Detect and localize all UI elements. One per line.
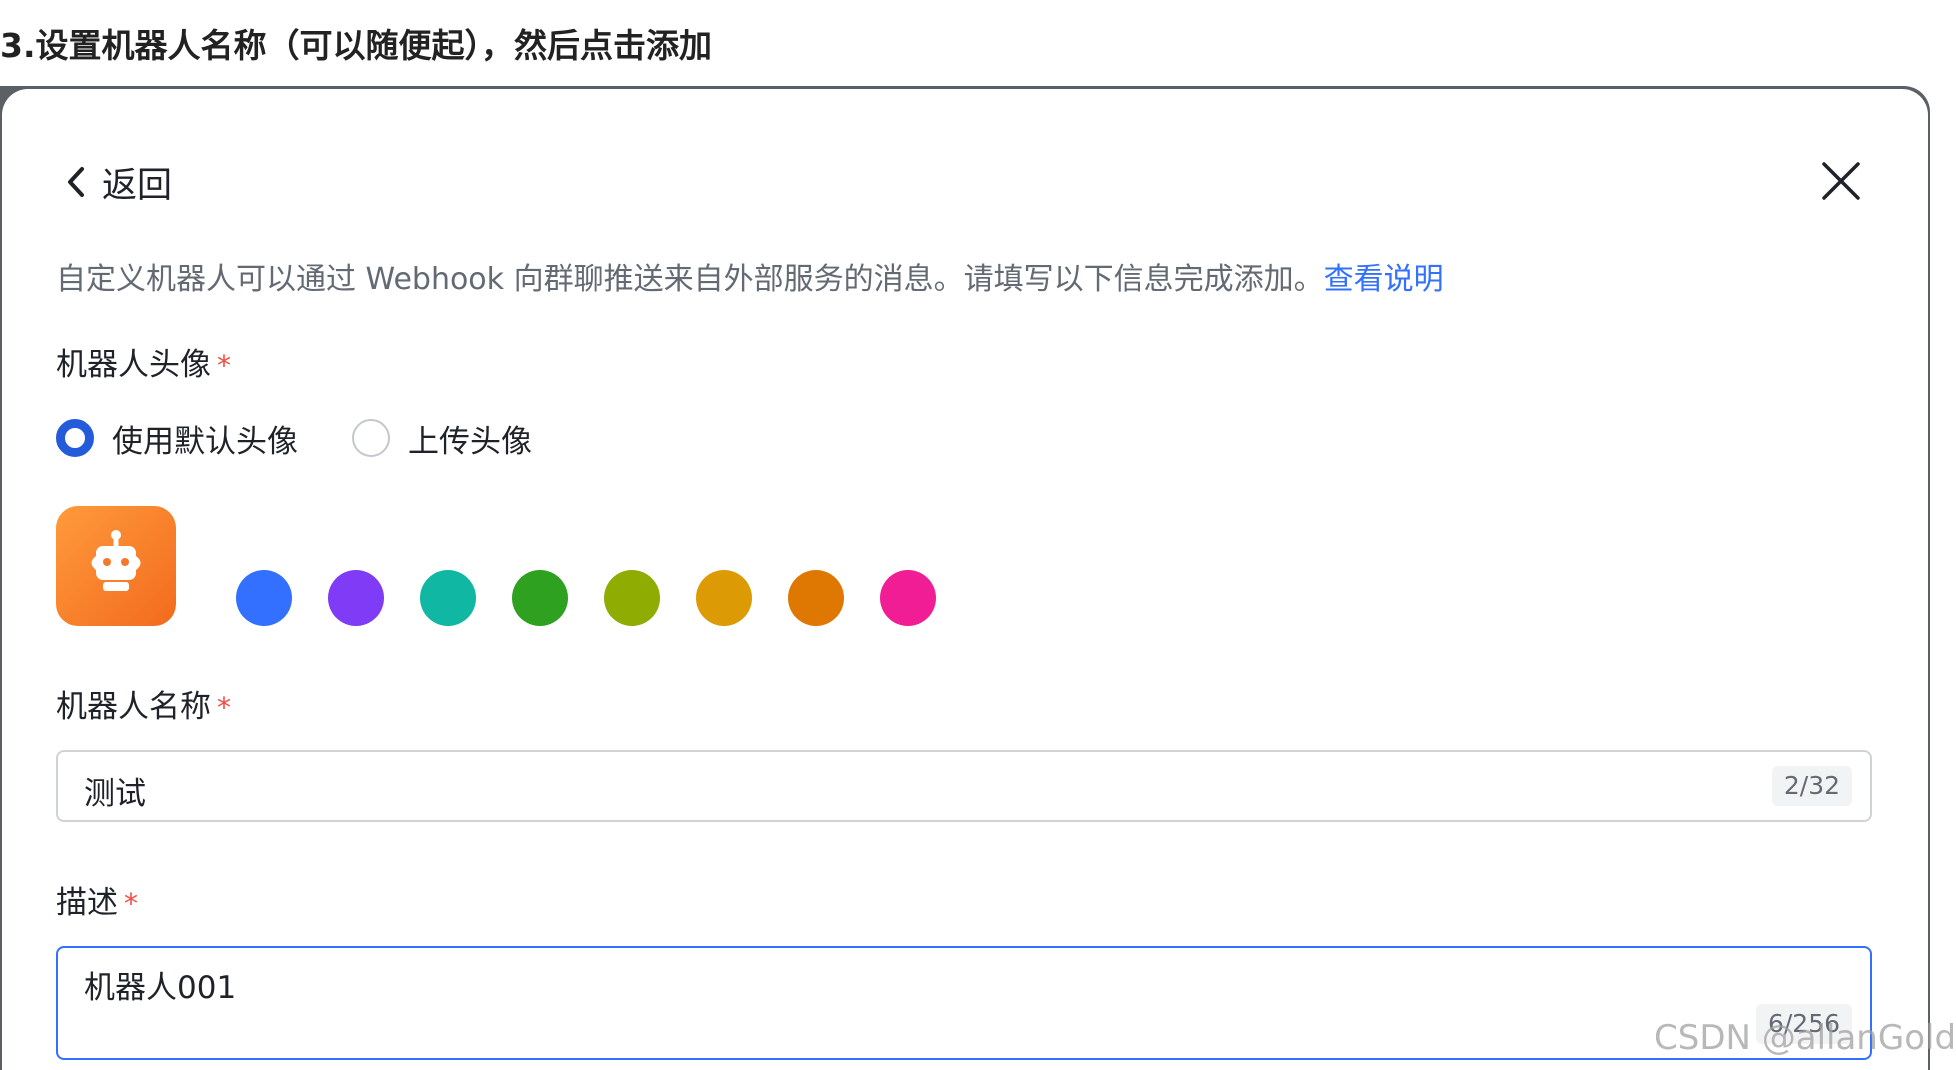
color-swatch-olive[interactable] [604, 570, 660, 626]
intro-text: 自定义机器人可以通过 Webhook 向群聊推送来自外部服务的消息。请填写以下信… [56, 252, 1444, 308]
avatar-radio-group: 使用默认头像 上传头像 [56, 412, 586, 464]
description-textarea[interactable]: 机器人001 6/256 [56, 946, 1872, 1060]
close-button[interactable] [1818, 158, 1864, 204]
chevron-left-icon [62, 162, 90, 202]
watermark: CSDN @allanGold [1654, 1018, 1956, 1058]
step-title: 3.设置机器人名称（可以随便起），然后点击添加 [0, 26, 712, 65]
color-swatch-yellow[interactable] [696, 570, 752, 626]
required-mark: * [217, 691, 231, 724]
robot-icon [91, 530, 141, 591]
robot-name-counter: 2/32 [1771, 766, 1852, 806]
avatar-label-text: 机器人头像 [56, 347, 211, 383]
radio-unchecked-icon [352, 419, 390, 457]
robot-avatar [56, 506, 176, 626]
color-swatch-orange[interactable] [788, 570, 844, 626]
color-swatch-purple[interactable] [328, 570, 384, 626]
radio-default-avatar[interactable]: 使用默认头像 [56, 416, 298, 461]
avatar-label: 机器人头像 * [56, 340, 231, 391]
back-label: 返回 [102, 165, 173, 206]
description-label-text: 描述 [56, 885, 118, 921]
color-swatch-teal[interactable] [420, 570, 476, 626]
radio-upload-avatar-label: 上传头像 [408, 423, 532, 460]
intro-description: 自定义机器人可以通过 Webhook 向群聊推送来自外部服务的消息。请填写以下信… [56, 262, 1324, 297]
robot-name-label: 机器人名称 * [56, 682, 231, 733]
description-value: 机器人001 [84, 970, 237, 1006]
color-swatch-pink[interactable] [880, 570, 936, 626]
back-button[interactable]: 返回 [62, 154, 172, 210]
radio-default-avatar-label: 使用默认头像 [112, 423, 298, 460]
description-label: 描述 * [56, 878, 138, 929]
view-instructions-link[interactable]: 查看说明 [1324, 262, 1444, 297]
radio-checked-icon [56, 419, 94, 457]
color-swatch-green[interactable] [512, 570, 568, 626]
color-swatch-blue[interactable] [236, 570, 292, 626]
robot-name-value: 测试 [84, 776, 146, 812]
radio-upload-avatar[interactable]: 上传头像 [352, 416, 532, 461]
robot-name-input[interactable]: 测试 2/32 [56, 750, 1872, 822]
robot-name-label-text: 机器人名称 [56, 689, 211, 725]
page: 3.设置机器人名称（可以随便起），然后点击添加 返回 自定义机器人可以通过 We… [0, 0, 1956, 1070]
close-icon [1822, 162, 1860, 200]
required-mark: * [124, 887, 138, 920]
avatar-color-swatches [236, 570, 972, 626]
required-mark: * [217, 349, 231, 382]
